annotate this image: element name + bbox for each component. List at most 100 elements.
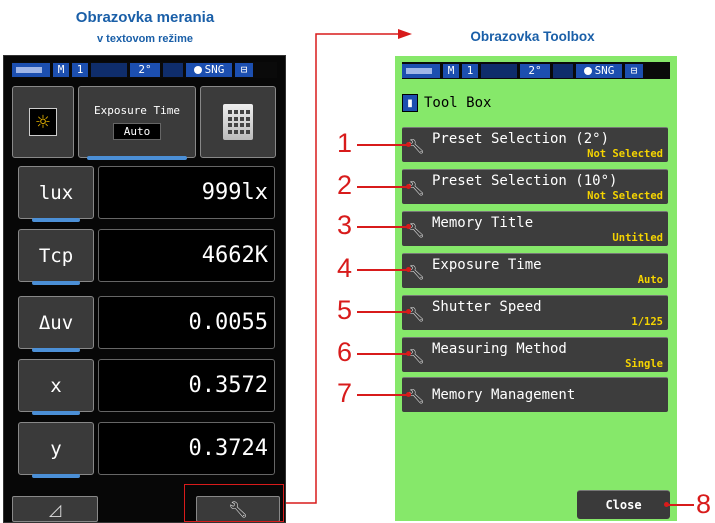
measurement-label: Δuv	[18, 296, 94, 349]
toolbox-item-preset-2deg[interactable]: 🔧︎ Preset Selection (2°) Not Selected	[402, 127, 668, 162]
callout-line	[357, 394, 409, 396]
callout-line	[666, 504, 694, 506]
callout-line	[357, 311, 409, 313]
dot-icon	[583, 66, 592, 75]
row-underline	[32, 281, 80, 285]
toolbox-button-highlight	[184, 484, 284, 522]
toolbox-item-shutter-speed[interactable]: 🔧︎ Shutter Speed 1/125	[402, 295, 668, 330]
toolbox-item-preset-10deg[interactable]: 🔧︎ Preset Selection (10°) Not Selected	[402, 169, 668, 204]
toolbox-item-label: Memory Management	[432, 387, 576, 403]
measurement-row-x[interactable]: x 0.3572	[18, 359, 275, 415]
callout-number: 5	[337, 295, 353, 325]
measurement-value: 0.3572	[98, 359, 275, 412]
row-underline	[32, 411, 80, 415]
memory-indicator: 1	[72, 63, 88, 77]
delta-triangle-icon: ◿	[48, 499, 62, 519]
toolbox-item-value: Auto	[637, 274, 663, 286]
callout-number: 3	[337, 210, 353, 240]
calculator-icon	[223, 104, 253, 140]
memory-indicator: 1	[462, 63, 478, 78]
measurement-value: 0.0055	[98, 296, 275, 349]
mode-label: SNG	[594, 63, 615, 77]
mode-label: SNG	[204, 63, 225, 76]
toolbox-title: Tool Box	[424, 95, 492, 111]
sun-icon: ☼	[29, 108, 57, 136]
calculator-button[interactable]	[200, 86, 276, 158]
status-blank	[553, 63, 573, 78]
toolbox-item-label: Preset Selection (2°)	[432, 131, 610, 147]
callout-line	[357, 186, 409, 188]
measurement-value: 999lx	[98, 166, 275, 219]
battery-icon	[402, 63, 440, 78]
lock-icon: ⊟	[235, 63, 253, 77]
callout-number: 1	[337, 128, 353, 158]
mode-indicator: M	[53, 63, 69, 77]
lock-icon: ⊟	[625, 63, 643, 78]
measurement-row-duv[interactable]: Δuv 0.0055	[18, 296, 275, 352]
callout-number: 6	[337, 337, 353, 367]
toolbox-item-value: Not Selected	[587, 148, 663, 160]
toolbox-item-measuring-method[interactable]: 🔧︎ Measuring Method Single	[402, 337, 668, 372]
toolbox-item-value: 1/125	[631, 316, 663, 328]
callout-number: 8	[696, 489, 712, 519]
angle-indicator: 2°	[130, 63, 160, 77]
tile-underline	[87, 156, 187, 160]
toolbox-item-value: Single	[625, 358, 663, 370]
callout-dot	[406, 309, 411, 314]
toolbox-item-value: Not Selected	[587, 190, 663, 202]
toolbox-item-label: Memory Title	[432, 215, 534, 231]
measurement-row-y[interactable]: y 0.3724	[18, 422, 275, 478]
callout-line	[357, 353, 409, 355]
measurement-row-tcp[interactable]: Tcp 4662K	[18, 229, 275, 285]
toolbox-icon: ▮	[402, 94, 418, 112]
measurement-row-lux[interactable]: lux 999lx	[18, 166, 275, 222]
callout-dot	[406, 142, 411, 147]
toolbox-header: ▮ Tool Box	[402, 94, 491, 112]
measurement-label: Tcp	[18, 229, 94, 282]
measurement-label: y	[18, 422, 94, 475]
toolbox-item-memory-management[interactable]: 🔧︎ Memory Management	[402, 377, 668, 412]
measurement-value: 4662K	[98, 229, 275, 282]
status-blank	[481, 63, 517, 78]
toolbox-item-value: Untitled	[612, 232, 663, 244]
single-mode-indicator: SNG	[186, 63, 232, 77]
measurement-label: x	[18, 359, 94, 412]
callout-dot	[406, 267, 411, 272]
dot-icon	[193, 66, 202, 74]
callout-dot	[406, 224, 411, 229]
battery-icon	[12, 63, 50, 77]
callout-line	[357, 226, 409, 228]
light-source-button[interactable]: ☼	[12, 86, 74, 158]
mode-indicator: M	[443, 63, 459, 78]
callout-line	[357, 144, 409, 146]
angle-indicator: 2°	[520, 63, 550, 78]
measurement-label: lux	[18, 166, 94, 219]
callout-dot	[406, 392, 411, 397]
measurement-screen: M 1 2° SNG ⊟ ☼ Exposure Time Auto lux 99…	[3, 55, 286, 523]
callout-number: 2	[337, 170, 353, 200]
measurement-value: 0.3724	[98, 422, 275, 475]
toolbox-item-label: Shutter Speed	[432, 299, 542, 315]
callout-line	[357, 269, 409, 271]
toolbox-item-label: Exposure Time	[432, 257, 542, 273]
exposure-time-value: Auto	[112, 123, 162, 140]
status-bar: M 1 2° SNG ⊟	[402, 62, 670, 79]
toolbox-screen: M 1 2° SNG ⊟ ▮ Tool Box 🔧︎ Preset Select…	[395, 56, 677, 521]
row-underline	[32, 348, 80, 352]
status-blank	[91, 63, 127, 77]
callout-dot	[406, 184, 411, 189]
exposure-time-label: Exposure Time	[93, 104, 181, 117]
toolbox-item-exposure-time[interactable]: 🔧︎ Exposure Time Auto	[402, 253, 668, 288]
close-button[interactable]: Close	[577, 490, 670, 519]
callout-dot	[406, 351, 411, 356]
toolbox-item-label: Measuring Method	[432, 341, 567, 357]
exposure-time-button[interactable]: Exposure Time Auto	[78, 86, 196, 160]
status-bar: M 1 2° SNG ⊟	[12, 62, 277, 78]
delta-button[interactable]: ◿	[12, 496, 98, 522]
callout-number: 7	[337, 378, 353, 408]
row-underline	[32, 474, 80, 478]
single-mode-indicator: SNG	[576, 63, 622, 78]
callout-number: 4	[337, 253, 353, 283]
toolbox-item-memory-title[interactable]: 🔧︎ Memory Title Untitled	[402, 211, 668, 246]
status-blank	[163, 63, 183, 77]
